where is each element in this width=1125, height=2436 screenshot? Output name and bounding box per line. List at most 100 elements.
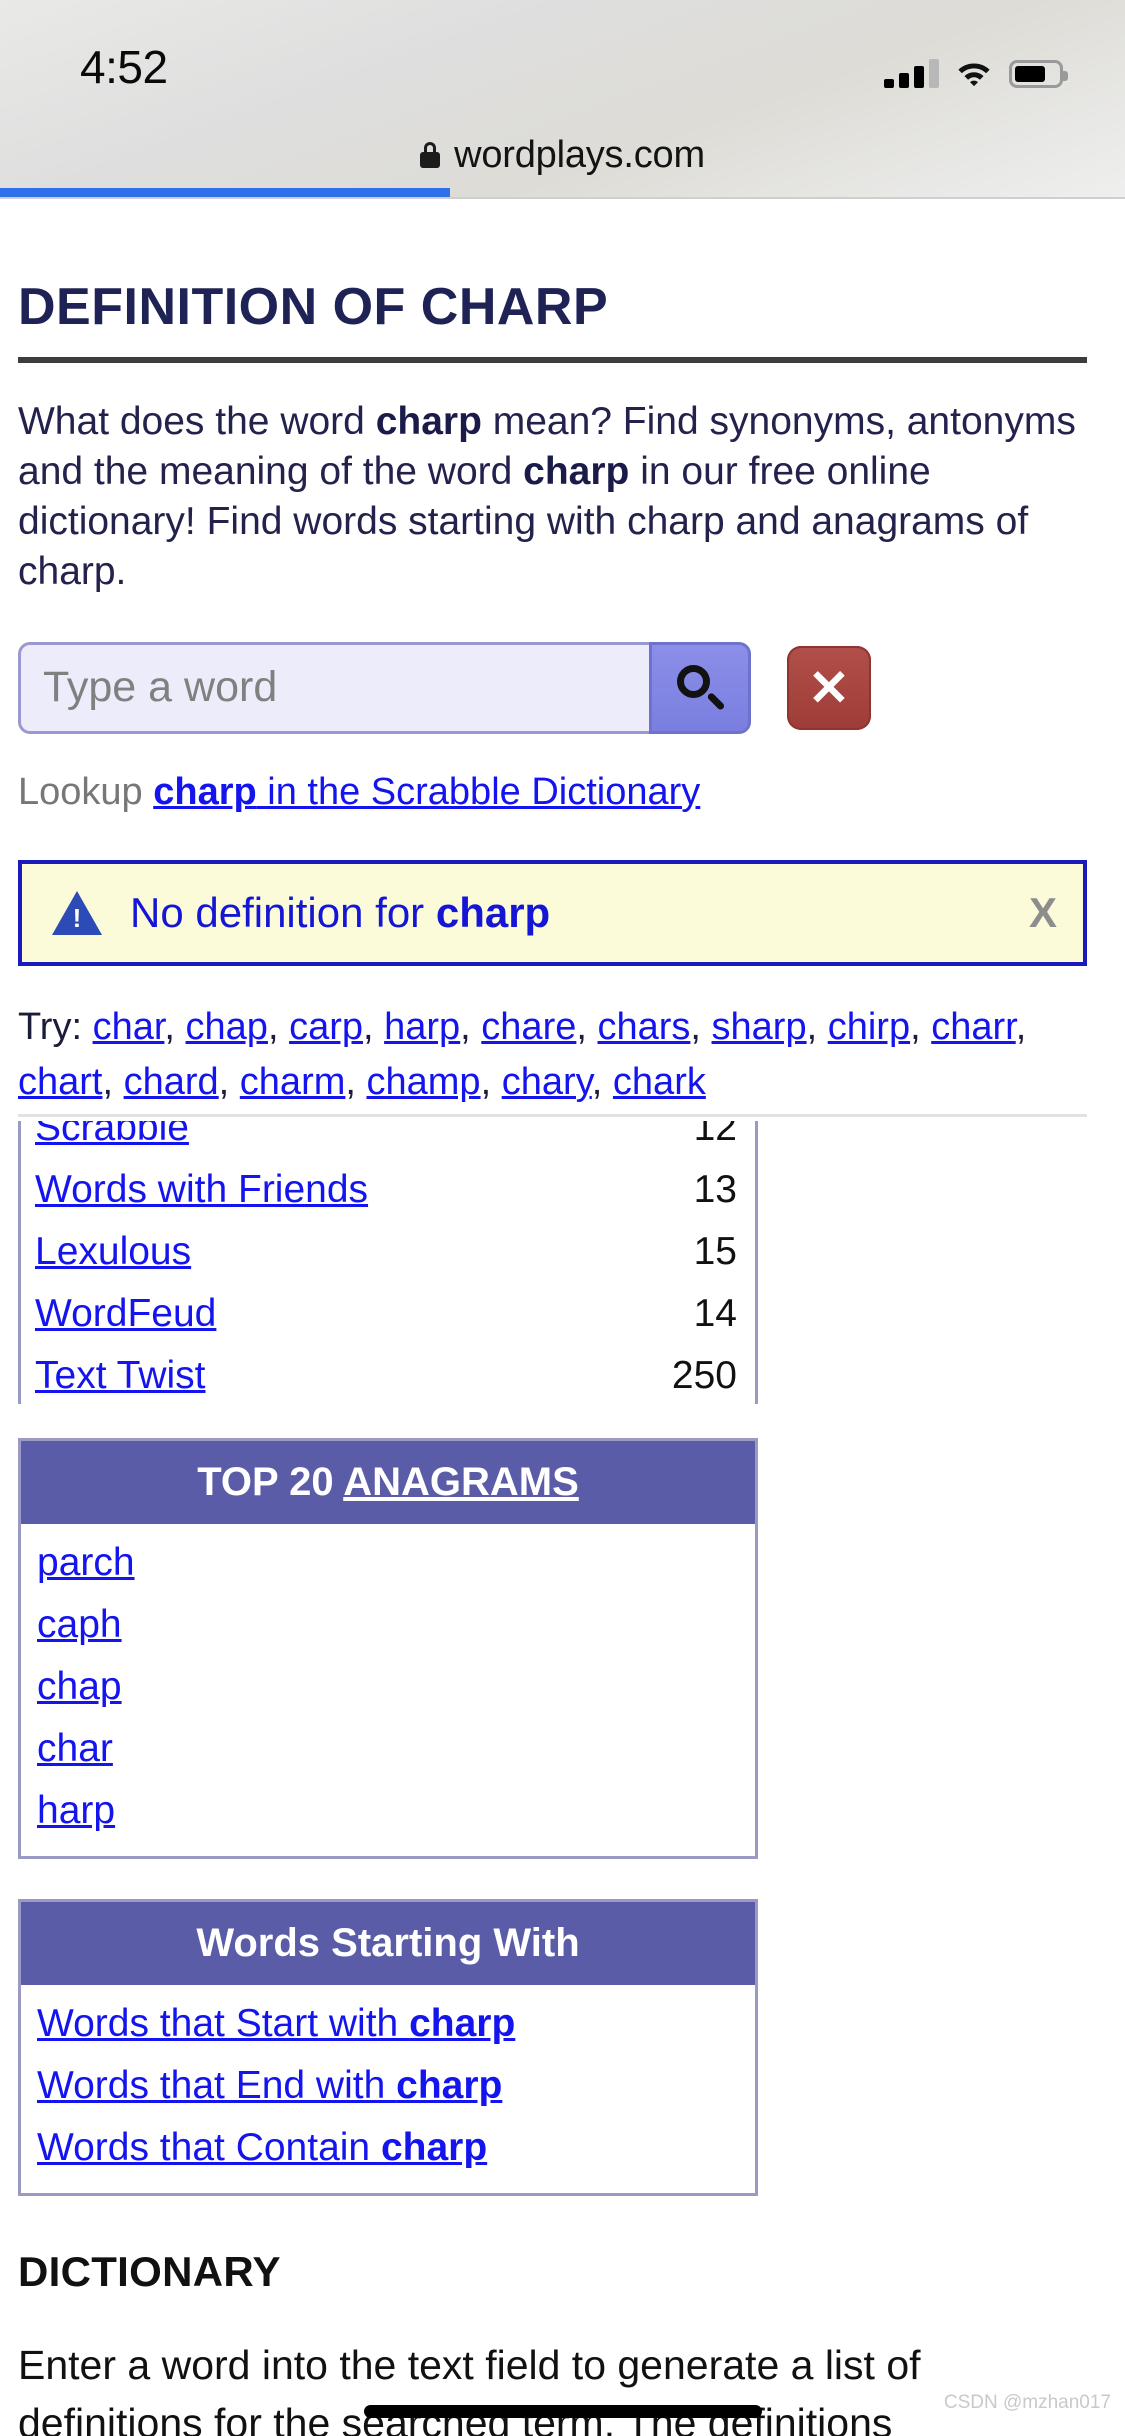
- cellular-bars-icon: [884, 58, 939, 88]
- anagram-link[interactable]: chap: [21, 1656, 755, 1718]
- anagrams-header-prefix: TOP 20: [197, 1459, 344, 1504]
- web-page-content: DEFINITION OF CHARP What does the word c…: [0, 199, 1125, 2436]
- try-word-link[interactable]: charm: [240, 1061, 346, 1103]
- game-link[interactable]: WordFeud: [35, 1292, 216, 1335]
- word-search-row: Type a word ✕: [18, 641, 1125, 735]
- game-link[interactable]: Text Twist: [35, 1354, 206, 1397]
- home-indicator[interactable]: [363, 2405, 762, 2418]
- try-word-link[interactable]: chark: [613, 1061, 706, 1103]
- words-relation-prefix: Words that Start with: [37, 2001, 410, 2045]
- game-score-cell: 15: [693, 1229, 737, 1273]
- game-scores-table-viewport: Scrabble 12 Words with Friends 13 Lexulous 15…: [18, 1120, 758, 1404]
- try-word-link[interactable]: champ: [367, 1061, 481, 1103]
- progress-bar-fill: [0, 188, 450, 197]
- browser-chrome: 4:52 wordplays.com: [0, 0, 1125, 199]
- clear-button[interactable]: ✕: [787, 645, 871, 730]
- game-score-cell: 12: [693, 1120, 737, 1149]
- warning-triangle-icon: [52, 890, 102, 935]
- game-link[interactable]: Lexulous: [35, 1230, 191, 1273]
- words-relation-word: charp: [396, 2063, 503, 2107]
- words-relation-prefix: Words that End with: [37, 2063, 397, 2107]
- search-input-placeholder: Type a word: [43, 663, 278, 712]
- intro-part1: What does the word: [18, 400, 376, 443]
- lock-icon: [420, 142, 441, 168]
- scrabble-dictionary-link[interactable]: charp in the Scrabble Dictionary: [153, 771, 700, 813]
- words-relation-link[interactable]: Words that End with charp: [21, 2055, 755, 2117]
- try-suggestions: Try: char, chap, carp, harp, chare, char…: [18, 1000, 1107, 1110]
- words-relation-link[interactable]: Words that Start with charp: [21, 1993, 755, 2055]
- try-word-link[interactable]: chard: [124, 1061, 219, 1103]
- game-score-cell: 14: [693, 1291, 737, 1335]
- status-bar-clock: 4:52: [80, 41, 168, 93]
- scrabble-lookup-line: Lookup charp in the Scrabble Dictionary: [18, 771, 1125, 814]
- lookup-link-rest: in the Scrabble Dictionary: [256, 770, 701, 813]
- anagrams-panel-header: TOP 20 ANAGRAMS: [21, 1440, 755, 1524]
- try-separator-rule: [18, 1113, 1087, 1117]
- try-word-link[interactable]: chart: [18, 1061, 102, 1103]
- url-text: wordplays.com: [454, 133, 705, 176]
- game-name-cell: Scrabble: [21, 1121, 595, 1159]
- try-word-link[interactable]: chars: [597, 1006, 690, 1048]
- try-word-link[interactable]: chary: [502, 1061, 592, 1103]
- try-word-link[interactable]: chirp: [828, 1006, 910, 1048]
- game-name-cell: WordFeud: [21, 1283, 595, 1345]
- try-label: Try:: [18, 1005, 93, 1048]
- anagram-link[interactable]: parch: [21, 1532, 755, 1594]
- try-word-link[interactable]: chap: [186, 1006, 268, 1048]
- game-name-cell: Text Twist: [21, 1345, 595, 1404]
- words-starting-with-panel: Words Starting With Words that Start wit…: [18, 1898, 758, 2196]
- anagram-link[interactable]: harp: [21, 1780, 755, 1842]
- search-button[interactable]: [649, 641, 751, 734]
- try-word-link[interactable]: harp: [384, 1006, 460, 1048]
- try-word-link[interactable]: charr: [931, 1006, 1015, 1048]
- table-row: Text Twist 250: [21, 1345, 755, 1404]
- battery-icon: [1009, 60, 1068, 88]
- game-scores-table: Scrabble 12 Words with Friends 13 Lexulous 15…: [21, 1121, 755, 1404]
- dictionary-body: Enter a word into the text field to gene…: [18, 2341, 921, 2436]
- game-score-cell: 13: [693, 1167, 737, 1211]
- intro-paragraph: What does the word charp mean? Find syno…: [18, 397, 1103, 597]
- words-starting-with-list: Words that Start with charp Words that En…: [21, 1985, 755, 2193]
- url-bar[interactable]: wordplays.com: [0, 124, 1125, 186]
- magnifier-icon: [675, 663, 726, 713]
- game-score-cell: 250: [671, 1353, 737, 1397]
- game-scores-table-box: Scrabble 12 Words with Friends 13 Lexulous 15…: [18, 1120, 758, 1404]
- anagram-link[interactable]: caph: [21, 1594, 755, 1656]
- search-input[interactable]: Type a word: [18, 641, 652, 734]
- try-word-link[interactable]: chare: [481, 1006, 576, 1048]
- close-x-icon: ✕: [808, 659, 850, 716]
- table-row: Lexulous 15: [21, 1221, 755, 1283]
- game-link[interactable]: Words with Friends: [35, 1168, 368, 1211]
- alert-message: No definition for charp: [130, 889, 550, 937]
- try-word-link[interactable]: char: [93, 1006, 165, 1048]
- game-name-cell: Words with Friends: [21, 1159, 595, 1221]
- game-link[interactable]: Scrabble: [35, 1121, 189, 1149]
- alert-word: charp: [435, 888, 551, 936]
- words-relation-word: charp: [409, 2001, 516, 2045]
- table-row: Scrabble 12: [21, 1121, 755, 1159]
- try-word-link[interactable]: carp: [289, 1006, 363, 1048]
- alert-prefix: No definition for: [130, 888, 436, 936]
- game-name-cell: Lexulous: [21, 1221, 595, 1283]
- anagram-link[interactable]: char: [21, 1718, 755, 1780]
- no-definition-alert: No definition for charp X: [18, 859, 1087, 966]
- dictionary-heading: DICTIONARY: [18, 2247, 281, 2295]
- words-relation-link[interactable]: Words that Contain charp: [21, 2117, 755, 2179]
- title-underline-rule: [18, 357, 1087, 363]
- status-bar-indicators: [884, 48, 1068, 88]
- page-load-progress: [0, 188, 1125, 197]
- table-row: Words with Friends 13: [21, 1159, 755, 1221]
- words-relation-prefix: Words that Contain: [37, 2125, 381, 2169]
- intro-word2: charp: [523, 449, 630, 493]
- words-starting-with-header: Words Starting With: [21, 1901, 755, 1985]
- anagrams-panel: TOP 20 ANAGRAMS parch caph chap char harp: [18, 1437, 758, 1859]
- wifi-icon: [955, 58, 993, 88]
- page-title: DEFINITION OF CHARP: [18, 278, 609, 336]
- ios-status-bar: 4:52: [0, 0, 1125, 120]
- alert-close-button[interactable]: X: [1029, 889, 1057, 937]
- try-word-links: char, chap, carp, harp, chare, chars, sh…: [18, 1005, 1027, 1103]
- anagrams-header-link[interactable]: ANAGRAMS: [343, 1460, 579, 1504]
- lookup-prefix: Lookup: [18, 770, 154, 813]
- phone-screen: 4:52 wordplays.com DEFINITION OF CHARP W…: [0, 0, 1125, 2436]
- try-word-link[interactable]: sharp: [712, 1006, 807, 1048]
